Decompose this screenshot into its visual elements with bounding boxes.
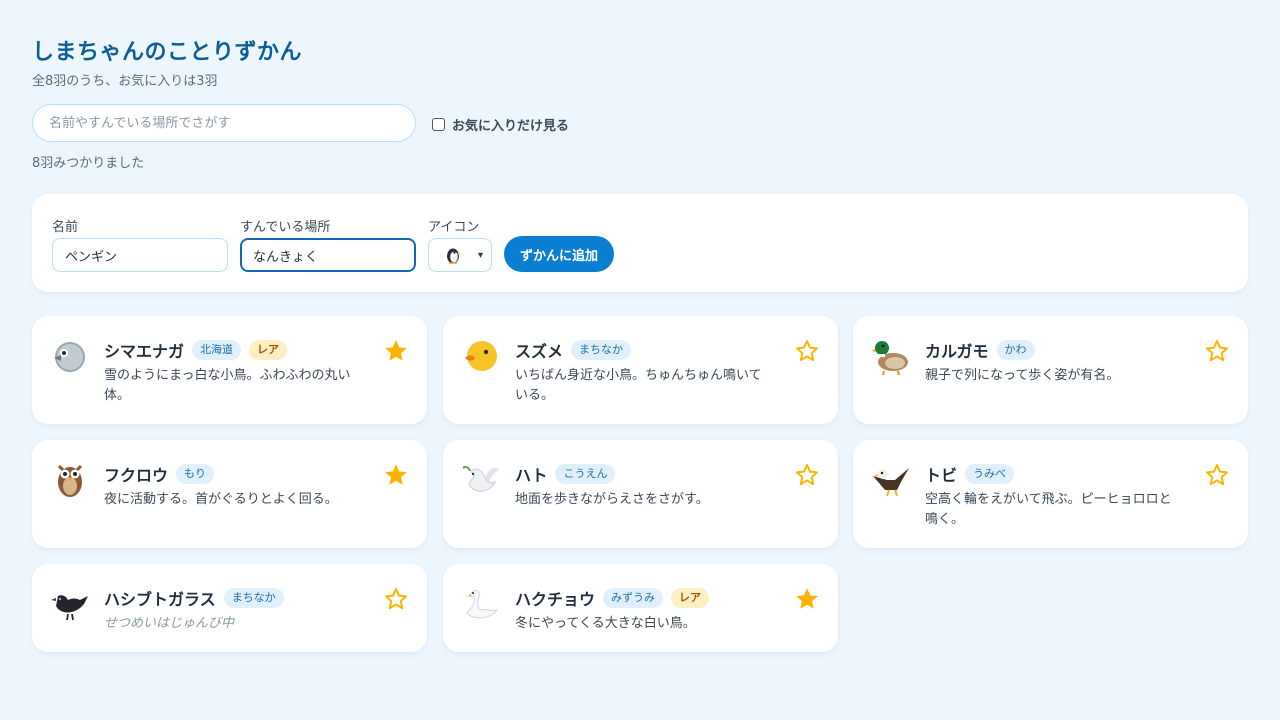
star-outline-icon[interactable] — [1204, 462, 1230, 488]
bird-name: ハクチョウ — [515, 590, 596, 609]
bird-description: 空高く輪をえがいて飛ぶ。ピーヒョロロと鳴く。 — [925, 492, 1172, 527]
star-outline-icon[interactable] — [794, 338, 820, 364]
habitat-badge: うみべ — [965, 464, 1015, 484]
card-header: スズメ まちなか — [515, 338, 632, 362]
search-input[interactable] — [32, 104, 416, 142]
add-to-zukan-button[interactable]: ずかんに追加 — [504, 236, 614, 272]
name-label: 名前 — [52, 220, 79, 235]
rare-badge: レア — [671, 588, 710, 608]
habitat-badge: まちなか — [223, 588, 284, 608]
bird-name: フクロウ — [104, 466, 169, 485]
bird-description: 親子で列になって歩く姿が有名。 — [925, 368, 1120, 383]
card-header: ハト こうえん — [515, 462, 616, 486]
star-filled-icon[interactable] — [794, 586, 820, 612]
card-header: ハシブトガラス まちなか — [104, 586, 284, 610]
star-outline-icon[interactable] — [794, 462, 820, 488]
card-header: ハクチョウ みずうみ レア — [515, 586, 710, 610]
bird-description: いちばん身近な小鳥。ちゅんちゅん鳴いている。 — [515, 368, 762, 403]
bird-name: ハト — [515, 466, 548, 485]
habitat-badge: もり — [176, 464, 215, 484]
icon-select[interactable]: ▾ — [428, 238, 492, 272]
bird-description-pending: せつめいはじゅんび中 — [104, 616, 235, 631]
card-header: カルガモ かわ — [925, 338, 1035, 362]
chick-icon — [465, 341, 497, 371]
owl-icon — [57, 464, 83, 497]
bird-description: 冬にやってくる大きな白い鳥。 — [515, 616, 696, 631]
zukan-page: しまちゃんのことりずかん 全8羽のうち、お気に入りは3羽 お気に入りだけ見る 8… — [0, 0, 1280, 720]
habitat-badge: 北海道 — [192, 340, 242, 360]
swan-icon — [466, 589, 499, 619]
black-bird-icon — [51, 595, 88, 621]
place-input[interactable] — [240, 238, 416, 272]
habitat-badge: こうえん — [555, 464, 616, 484]
favorite-summary: 全8羽のうち、お気に入りは3羽 — [32, 74, 218, 89]
bird-name: シマエナガ — [104, 342, 185, 361]
bird-description: 地面を歩きながらえさをさがす。 — [515, 492, 709, 507]
bird-card: スズメ まちなか いちばん身近な小鳥。ちゅんちゅん鳴いている。 — [443, 316, 838, 424]
bird-head-icon — [54, 342, 85, 372]
icon-label: アイコン — [428, 220, 480, 235]
name-field-group: 名前 — [52, 216, 228, 272]
star-outline-icon[interactable] — [383, 586, 409, 612]
bird-description: 雪のようにまっ白な小鳥。ふわふわの丸い体。 — [104, 368, 351, 403]
name-input[interactable] — [52, 238, 228, 272]
result-count: 8羽みつかりました — [32, 156, 145, 171]
bird-card: ハト こうえん 地面を歩きながらえさをさがす。 — [443, 440, 838, 548]
chevron-down-icon: ▾ — [477, 249, 483, 261]
bird-name: カルガモ — [925, 342, 989, 361]
habitat-badge: かわ — [996, 340, 1035, 360]
bird-card: シマエナガ 北海道 レア 雪のようにまっ白な小鳥。ふわふわの丸い体。 — [32, 316, 427, 424]
page-title: しまちゃんのことりずかん — [32, 40, 303, 65]
habitat-badge: みずうみ — [603, 588, 664, 608]
eagle-icon — [873, 468, 909, 497]
bird-description: 夜に活動する。首がぐるりとよく回る。 — [104, 492, 338, 507]
card-header: シマエナガ 北海道 レア — [104, 338, 288, 362]
star-outline-icon[interactable] — [1204, 338, 1230, 364]
rare-badge: レア — [249, 340, 288, 360]
card-header: フクロウ もり — [104, 462, 215, 486]
star-filled-icon[interactable] — [383, 462, 409, 488]
favorite-only-toggle[interactable]: お気に入りだけ見る — [432, 115, 569, 134]
place-label: すんでいる場所 — [240, 220, 331, 235]
habitat-badge: まちなか — [571, 340, 632, 360]
add-bird-form: 名前 すんでいる場所 アイコン ▾ ずかんに追加 — [32, 194, 1248, 292]
duck-icon — [871, 341, 908, 376]
star-filled-icon[interactable] — [383, 338, 409, 364]
bird-card: ハクチョウ みずうみ レア 冬にやってくる大きな白い鳥。 — [443, 564, 838, 652]
card-header: トビ うみべ — [925, 462, 1015, 486]
dove-icon — [462, 466, 499, 492]
bird-card: カルガモ かわ 親子で列になって歩く姿が有名。 — [853, 316, 1248, 424]
favorite-only-label: お気に入りだけ見る — [452, 119, 570, 134]
icon-field-group: アイコン ▾ — [428, 216, 492, 272]
penguin-icon — [447, 248, 461, 264]
bird-card: トビ うみべ 空高く輪をえがいて飛ぶ。ピーヒョロロと鳴く。 — [853, 440, 1248, 548]
bird-name: ハシブトガラス — [104, 590, 216, 609]
bird-card: ハシブトガラス まちなか せつめいはじゅんび中 — [32, 564, 427, 652]
favorite-only-checkbox[interactable] — [432, 118, 445, 131]
bird-name: トビ — [925, 466, 958, 485]
bird-name: スズメ — [515, 342, 564, 361]
place-field-group: すんでいる場所 — [240, 216, 416, 272]
bird-card: フクロウ もり 夜に活動する。首がぐるりとよく回る。 — [32, 440, 427, 548]
